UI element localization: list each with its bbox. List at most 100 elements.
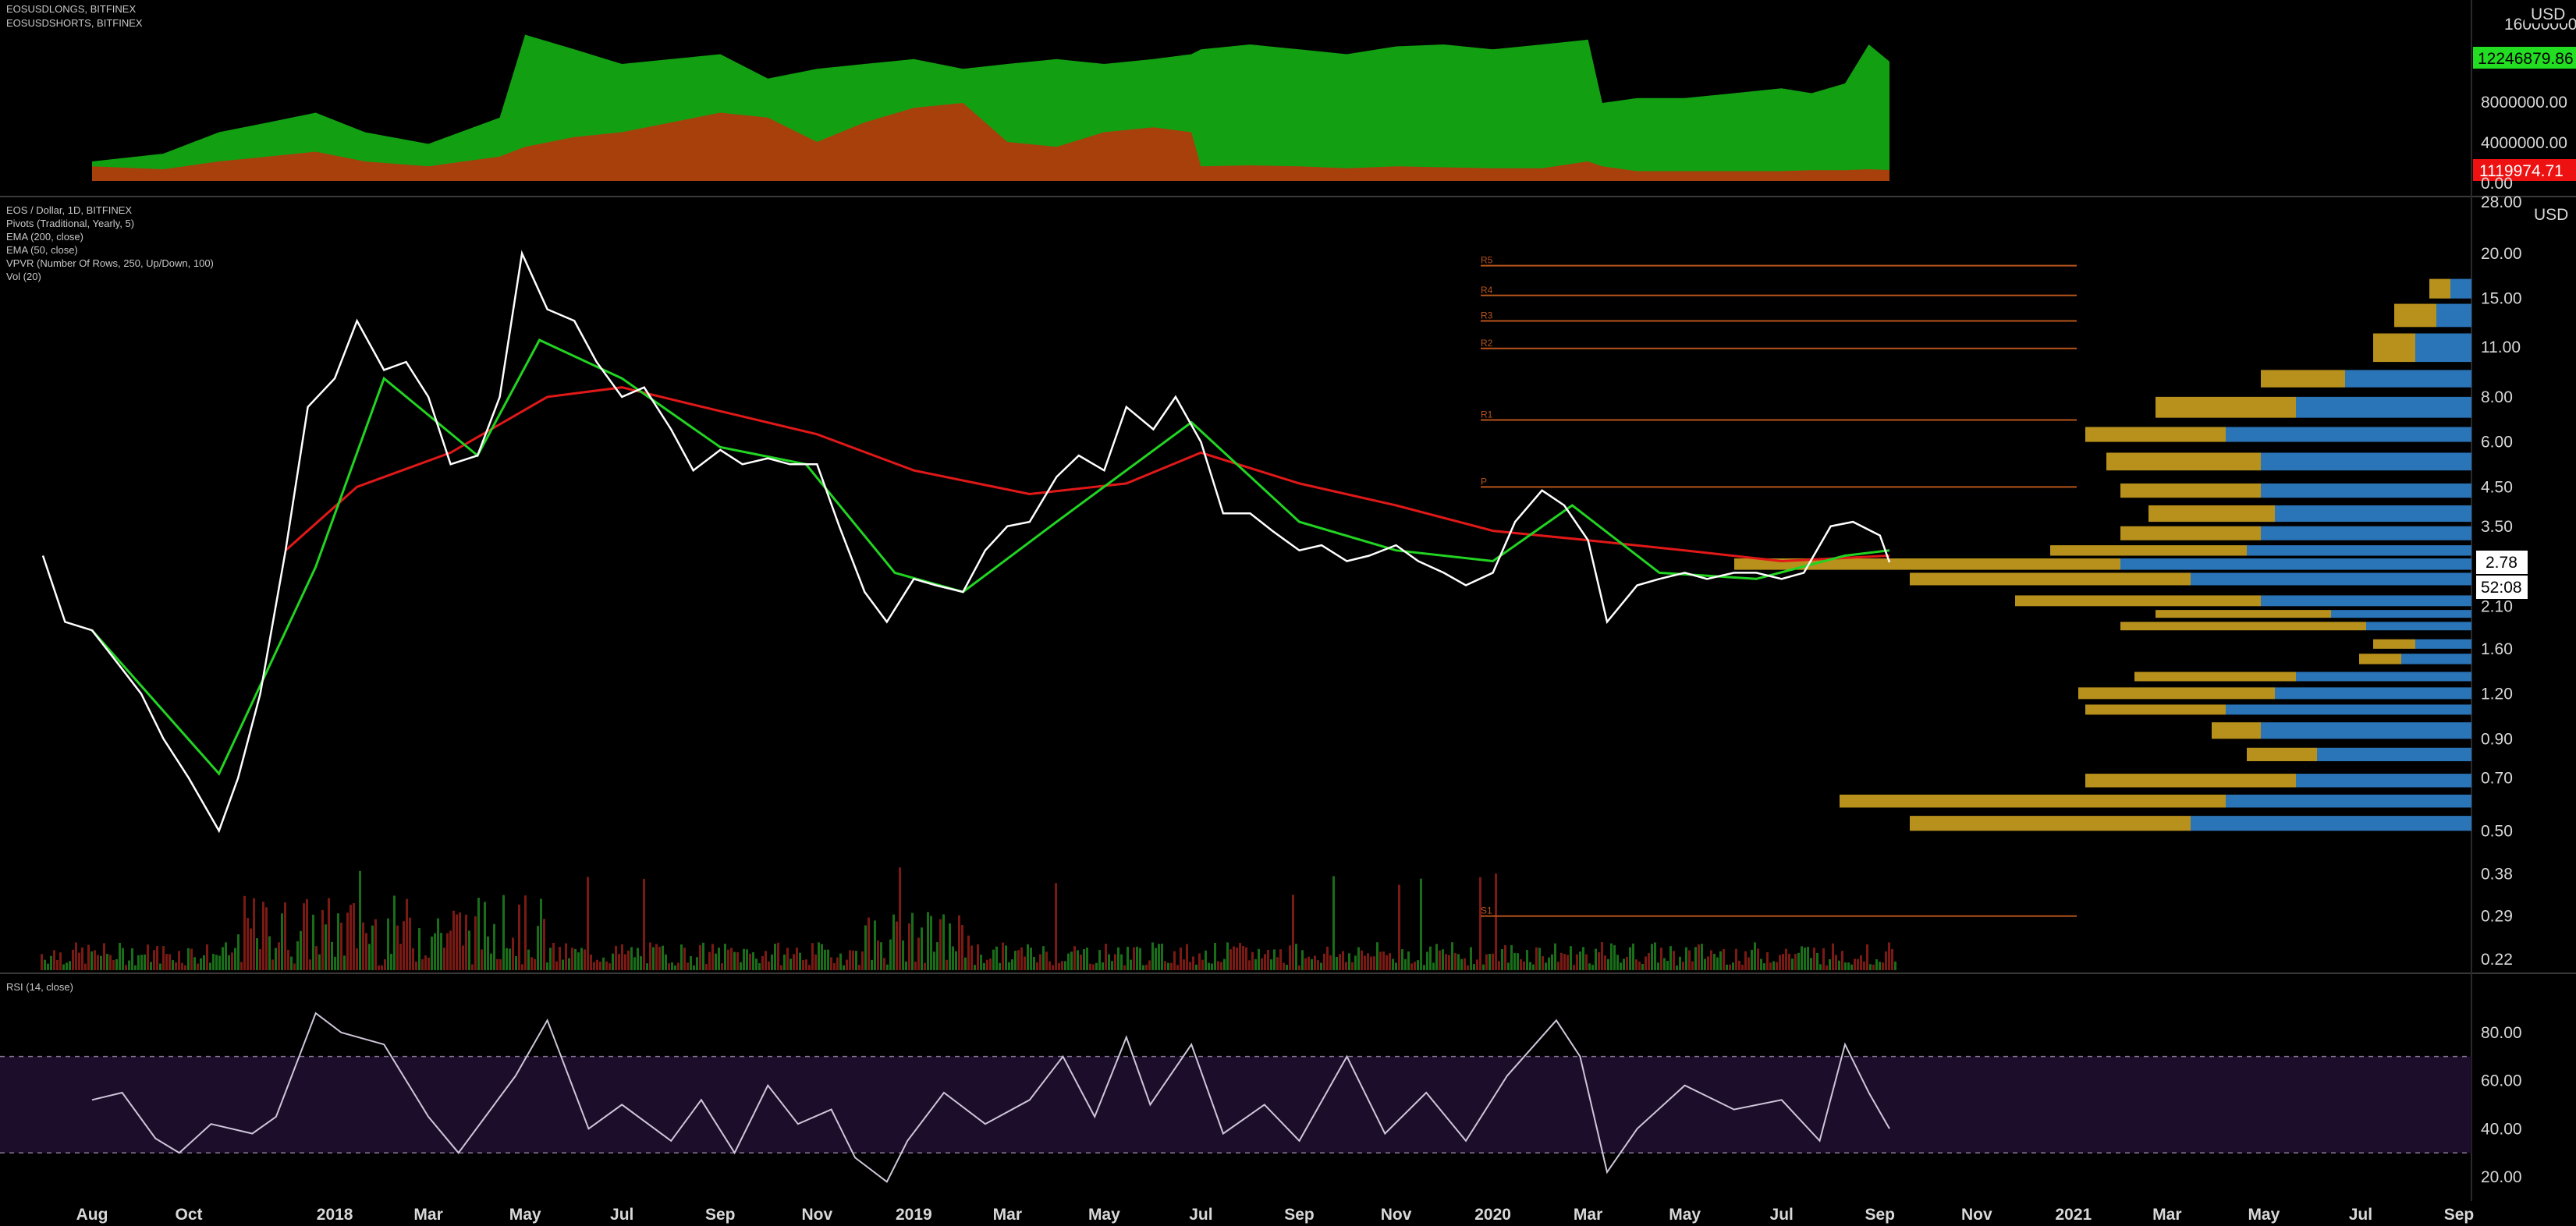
- volume-bar: [1607, 958, 1609, 970]
- volume-bar: [1429, 946, 1432, 970]
- volume-bar: [94, 950, 96, 970]
- volume-bar: [1801, 946, 1803, 970]
- pivot-label-r1: R1: [1481, 409, 1493, 420]
- volume-bar: [1167, 962, 1169, 970]
- volume-bar: [527, 949, 530, 970]
- volume-bar: [1236, 947, 1238, 970]
- volume-bar: [761, 955, 764, 970]
- vp-up-bar: [2450, 278, 2471, 299]
- volume-bar: [456, 914, 458, 970]
- volume-bar: [1020, 947, 1023, 970]
- volume-bar: [1414, 962, 1416, 970]
- volume-bar: [1283, 962, 1285, 970]
- volume-bar: [905, 961, 907, 970]
- volume-bar: [1757, 948, 1759, 970]
- countdown-label: 52:08: [2481, 579, 2522, 597]
- volume-bar: [268, 936, 271, 970]
- volume-bar: [530, 957, 533, 970]
- volume-bar: [1139, 948, 1141, 970]
- volume-bar: [1320, 962, 1322, 970]
- volume-bar: [240, 962, 243, 970]
- volume-bar: [418, 928, 420, 970]
- volume-bar: [1657, 962, 1659, 970]
- volume-bar: [1520, 958, 1522, 970]
- vp-down-bar: [2120, 622, 2366, 631]
- volume-bar: [156, 946, 158, 970]
- volume-bar: [852, 950, 854, 970]
- volume-bar: [431, 936, 433, 970]
- volume-bar: [1563, 954, 1566, 970]
- volume-bar: [677, 962, 679, 970]
- volume-bar: [437, 918, 439, 970]
- volume-bar: [1011, 959, 1013, 970]
- time-tick: 2019: [896, 1206, 932, 1224]
- volume-bar: [41, 954, 43, 970]
- vp-up-bar: [2296, 774, 2471, 788]
- vp-down-bar: [2085, 774, 2296, 788]
- volume-bar: [1017, 950, 1020, 970]
- volume-bar: [359, 870, 361, 970]
- volume-bar: [1158, 944, 1160, 970]
- volume-bar: [1382, 951, 1385, 970]
- volume-bar: [1651, 944, 1653, 970]
- time-tick: May: [1669, 1206, 1701, 1224]
- volume-bar: [1386, 955, 1388, 970]
- volume-bar: [1389, 953, 1391, 970]
- volume-bar: [1476, 959, 1478, 970]
- volume-bar: [496, 958, 499, 970]
- volume-bar: [1891, 948, 1893, 970]
- vp-up-bar: [2415, 639, 2471, 649]
- volume-bar: [1077, 950, 1079, 970]
- time-tick: Sep: [1284, 1206, 1315, 1224]
- volume-bar: [568, 958, 570, 970]
- volume-bar: [300, 930, 302, 970]
- volume-bar: [362, 922, 364, 970]
- volume-bar: [599, 961, 601, 970]
- volume-bar: [768, 961, 770, 970]
- volume-bar: [1048, 961, 1051, 970]
- volume-bar: [549, 948, 552, 970]
- volume-bar: [1517, 953, 1519, 970]
- volume-bar: [1039, 954, 1041, 970]
- volume-bar: [1629, 947, 1631, 970]
- volume-bar: [1329, 955, 1332, 970]
- volume-bar: [1641, 963, 1644, 970]
- volume-bar: [1195, 964, 1198, 970]
- volume-bar: [1273, 949, 1276, 970]
- volume-bar: [318, 954, 321, 970]
- volume-bar: [106, 954, 108, 970]
- volume-bar: [789, 958, 792, 970]
- volume-bar: [471, 964, 474, 970]
- volume-bar: [609, 963, 611, 970]
- volume-bar: [190, 948, 193, 970]
- time-tick: Aug: [76, 1206, 108, 1224]
- volume-bar: [47, 963, 49, 970]
- vp-down-bar: [2085, 427, 2226, 442]
- vp-down-bar: [1910, 816, 2191, 831]
- volume-bar: [643, 878, 645, 970]
- volume-bar: [805, 959, 807, 970]
- volume-bar: [1448, 955, 1450, 970]
- volume-bar: [1036, 962, 1038, 970]
- volume-bar: [705, 963, 708, 970]
- volume-bar: [424, 955, 427, 970]
- volume-bar: [1807, 947, 1809, 970]
- volume-bar: [1760, 958, 1762, 970]
- volume-bar: [197, 963, 199, 970]
- legend-pivots: Pivots (Traditional, Yearly, 5): [6, 218, 134, 229]
- volume-bar: [115, 958, 118, 970]
- vp-down-bar: [2373, 333, 2415, 363]
- volume-bar: [1769, 962, 1772, 970]
- vp-down-bar: [2156, 610, 2331, 618]
- volume-bar: [321, 909, 324, 970]
- volume-bar: [356, 948, 358, 970]
- volume-bar: [1669, 946, 1672, 970]
- volume-bar: [1585, 954, 1588, 970]
- volume-bar: [724, 944, 726, 970]
- volume-bar: [1442, 949, 1444, 970]
- volume-bar: [1102, 962, 1104, 970]
- volume-bar: [1797, 952, 1800, 970]
- volume-bar: [1201, 959, 1204, 970]
- price-tick: 0.50: [2481, 822, 2513, 840]
- price-tick: 6.00: [2481, 434, 2513, 452]
